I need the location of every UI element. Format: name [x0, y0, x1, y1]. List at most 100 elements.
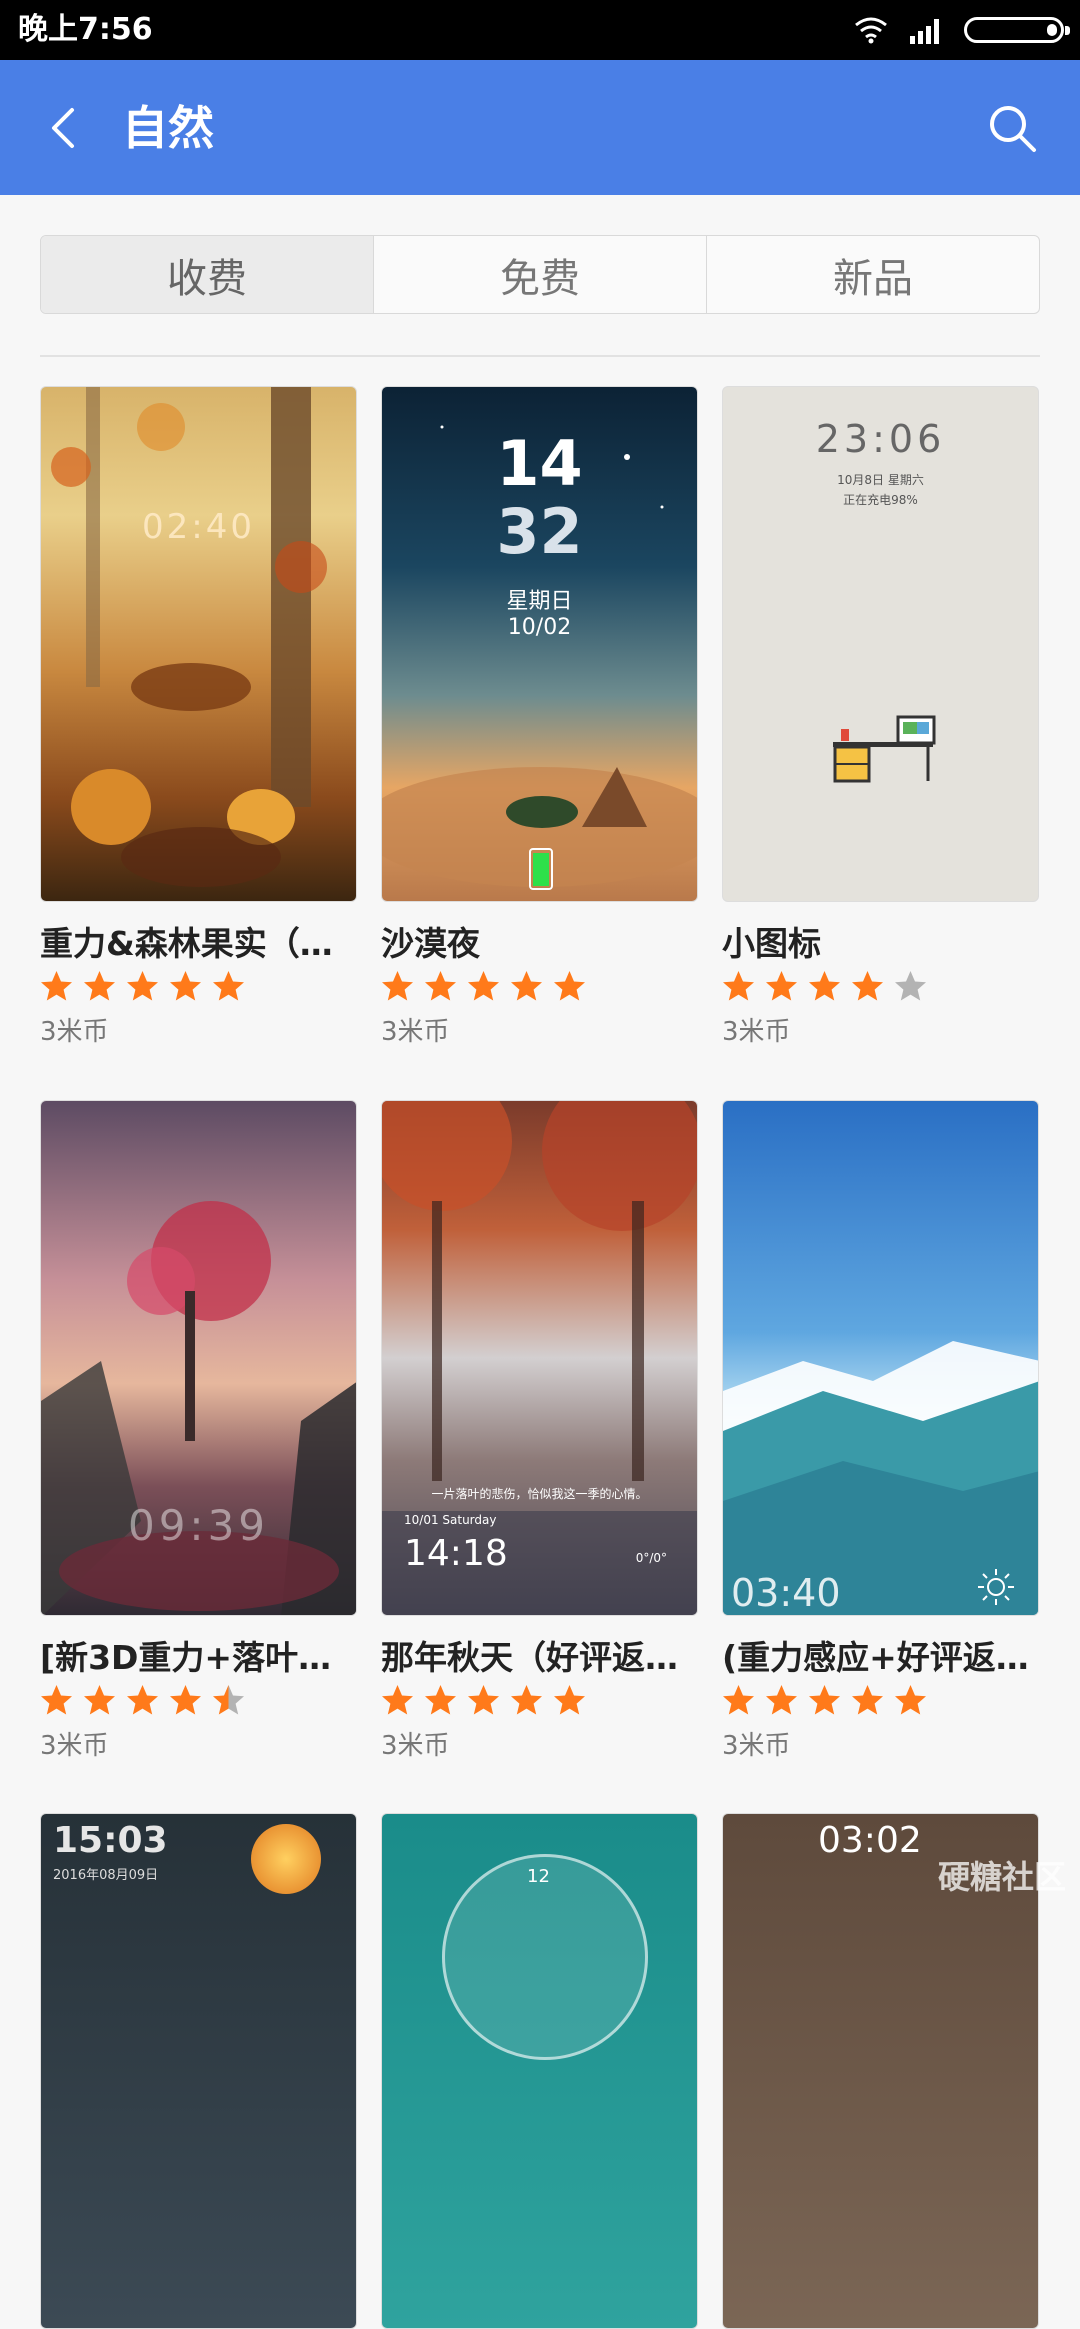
- theme-price: 3米币: [722, 1017, 791, 1047]
- preview-clock: 03:40: [731, 1571, 841, 1615]
- star-full-icon: [467, 970, 500, 1003]
- search-button[interactable]: [982, 98, 1042, 158]
- tab-free[interactable]: 免费: [374, 236, 707, 313]
- preview-clock: 02:40: [142, 507, 255, 547]
- star-full-icon: [424, 1684, 457, 1717]
- rating-stars: [381, 1684, 698, 1718]
- star-full-icon: [40, 1684, 73, 1717]
- theme-title: (重力感应+好评返现…: [722, 1638, 1039, 1677]
- star-half-icon: [212, 1684, 245, 1717]
- star-full-icon: [765, 1684, 798, 1717]
- battery-icon: [964, 17, 1070, 43]
- star-full-icon: [553, 970, 586, 1003]
- theme-title: [新3D重力+落叶特…: [40, 1638, 357, 1677]
- theme-preview[interactable]: 15:03 2016年08月09日: [40, 1813, 357, 2329]
- rating-stars: [722, 1684, 1039, 1718]
- star-full-icon: [894, 1684, 927, 1717]
- theme-price: 3米币: [381, 1731, 450, 1761]
- preview-hour: 14: [496, 427, 583, 500]
- theme-card[interactable]: 15:03 2016年08月09日: [40, 1813, 357, 2329]
- wifi-icon: [855, 17, 887, 44]
- theme-preview[interactable]: 09:39: [40, 1100, 357, 1616]
- mountain-illustration: [723, 1341, 1038, 1615]
- theme-title: 小图标: [722, 924, 821, 963]
- theme-preview[interactable]: 14 32 星期日 10/02: [381, 386, 698, 902]
- star-empty-icon: [894, 970, 927, 1003]
- signal-icon: [910, 19, 939, 44]
- rating-stars: [381, 970, 698, 1004]
- star-full-icon: [553, 1684, 586, 1717]
- status-bar: 晚上7:56: [0, 0, 1080, 60]
- back-button[interactable]: [38, 98, 94, 158]
- tab-new[interactable]: 新品: [707, 236, 1039, 313]
- tab-paid[interactable]: 收费: [41, 236, 374, 313]
- status-icons: [854, 14, 1070, 46]
- star-full-icon: [212, 970, 245, 1003]
- preview-minute: 32: [496, 495, 583, 568]
- theme-title: 沙漠夜: [381, 924, 480, 963]
- theme-title: 那年秋天（好评返…: [381, 1638, 678, 1677]
- search-icon: [990, 106, 1036, 152]
- preview-clock: 09:39: [127, 1501, 270, 1550]
- theme-card[interactable]: 12: [381, 1813, 698, 2329]
- preview-clock: 12: [527, 1866, 550, 1887]
- theme-title: 重力&森林果实（最…: [40, 924, 357, 963]
- star-full-icon: [126, 1684, 159, 1717]
- star-full-icon: [83, 970, 116, 1003]
- theme-price: 3米币: [40, 1731, 109, 1761]
- preview-weekday: 星期日: [506, 589, 573, 614]
- star-full-icon: [126, 970, 159, 1003]
- preview-quote: 一片落叶的悲伤，恰似我这一季的心情。: [431, 1487, 648, 1501]
- theme-card[interactable]: 14 32 星期日 10/02 沙漠夜 3米币: [381, 386, 698, 1050]
- star-full-icon: [381, 1684, 414, 1717]
- theme-card[interactable]: 02:40 重力&森林果实（最… 3米币: [40, 386, 357, 1050]
- preview-clock: 15:03: [53, 1820, 168, 1861]
- theme-preview[interactable]: 一片落叶的悲伤，恰似我这一季的心情。 10/01 Saturday 14:18 …: [381, 1100, 698, 1616]
- theme-preview[interactable]: 02:40: [40, 386, 357, 902]
- star-full-icon: [381, 970, 414, 1003]
- desk-icon: [833, 715, 936, 783]
- divider: [40, 355, 1040, 357]
- star-full-icon: [851, 1684, 884, 1717]
- status-time: 晚上7:56: [18, 12, 153, 47]
- star-full-icon: [851, 970, 884, 1003]
- theme-card[interactable]: 03:40 (重力感应+好评返现… 3米币: [722, 1100, 1039, 1764]
- star-full-icon: [510, 1684, 543, 1717]
- star-full-icon: [169, 1684, 202, 1717]
- star-full-icon: [722, 970, 755, 1003]
- star-full-icon: [722, 1684, 755, 1717]
- theme-preview[interactable]: 23:06 10月8日 星期六 正在充电98%: [722, 386, 1039, 902]
- star-full-icon: [510, 970, 543, 1003]
- app-bar: 自然: [0, 60, 1080, 195]
- rating-stars: [40, 1684, 357, 1718]
- chevron-left-icon: [52, 108, 74, 148]
- preview-clock: 03:02: [818, 1820, 922, 1861]
- preview-clock: 14:18: [404, 1533, 508, 1574]
- theme-card[interactable]: 23:06 10月8日 星期六 正在充电98% 小图标 3米币: [722, 386, 1039, 1050]
- theme-card[interactable]: 一片落叶的悲伤，恰似我这一季的心情。 10/01 Saturday 14:18 …: [381, 1100, 698, 1764]
- star-full-icon: [40, 970, 73, 1003]
- star-full-icon: [808, 970, 841, 1003]
- theme-card[interactable]: 09:39 [新3D重力+落叶特… 3米币: [40, 1100, 357, 1764]
- rating-stars: [722, 970, 1039, 1004]
- watermark: 硬糖社区: [937, 1858, 1066, 1896]
- star-full-icon: [83, 1684, 116, 1717]
- preview-date: 10/01 Saturday: [404, 1513, 497, 1527]
- theme-price: 3米币: [381, 1017, 450, 1047]
- forest-illustration: [51, 387, 327, 887]
- preview-temp: 0°/0°: [635, 1551, 667, 1565]
- star-full-icon: [808, 1684, 841, 1717]
- sun-illustration: [251, 1824, 321, 1894]
- theme-price: 3米币: [722, 1731, 791, 1761]
- page-title: 自然: [122, 101, 214, 155]
- theme-price: 3米币: [40, 1017, 109, 1047]
- sun-icon: [978, 1569, 1014, 1605]
- theme-preview[interactable]: 12: [381, 1813, 698, 2329]
- rating-stars: [40, 970, 357, 1004]
- preview-date: 10/02: [507, 615, 572, 640]
- star-full-icon: [467, 1684, 500, 1717]
- price-filter-tabs: 收费 免费 新品: [40, 235, 1040, 314]
- preview-date: 2016年08月09日: [53, 1868, 159, 1883]
- theme-preview[interactable]: 03:40: [722, 1100, 1039, 1616]
- star-full-icon: [169, 970, 202, 1003]
